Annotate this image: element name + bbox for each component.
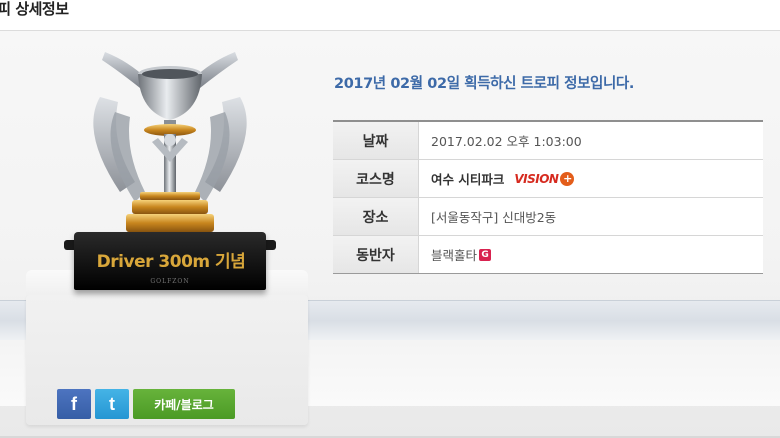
- info-row-date: 날짜 2017.02.02 오후 1:03:00: [333, 122, 763, 160]
- vision-plus-icon: +: [560, 171, 575, 186]
- companion-grade-badge: G: [479, 248, 492, 261]
- info-row-location: 장소 [서울동작구] 신대방2동: [333, 198, 763, 236]
- date-label: 날짜: [333, 122, 419, 159]
- info-row-companion: 동반자 블랙홀타 G: [333, 236, 763, 273]
- date-value: 2017.02.02 오후 1:03:00: [431, 134, 582, 149]
- companion-label: 동반자: [333, 236, 419, 273]
- info-row-course: 코스명 여수 시티파크 VISION +: [333, 160, 763, 198]
- trophy-info-title: 2017년 02월 02일 획득하신 트로피 정보입니다.: [334, 76, 634, 92]
- trophy-image: Driver 300m 기념 GOLFZON: [60, 42, 280, 312]
- facebook-icon: f: [71, 393, 77, 414]
- vision-logo-text: VISION: [514, 171, 559, 186]
- page-title: 로피 상세정보: [0, 0, 69, 18]
- location-value: [서울동작구] 신대방2동: [431, 210, 557, 225]
- companion-value: 블랙홀타 G: [419, 236, 763, 273]
- golfzon-logo: GOLFZON: [150, 278, 190, 285]
- share-buttons: f t 카페/블로그: [57, 389, 235, 419]
- facebook-share-button[interactable]: f: [57, 389, 91, 419]
- course-value: 여수 시티파크 VISION +: [419, 160, 763, 197]
- course-name: 여수 시티파크: [431, 172, 505, 187]
- companion-name[interactable]: 블랙홀타: [431, 245, 477, 264]
- vision-logo: VISION +: [514, 171, 575, 186]
- cafe-blog-share-button[interactable]: 카페/블로그: [133, 389, 235, 419]
- trophy-info-table: 날짜 2017.02.02 오후 1:03:00 코스명 여수 시티파크 VIS…: [333, 120, 763, 274]
- trophy-cup-icon: [93, 52, 247, 232]
- twitter-share-button[interactable]: t: [95, 389, 129, 419]
- page-header: 로피 상세정보: [0, 0, 780, 31]
- trophy-plaque-text: Driver 300m 기념: [96, 252, 246, 272]
- location-label: 장소: [333, 198, 419, 235]
- course-label: 코스명: [333, 160, 419, 197]
- twitter-icon: t: [109, 393, 115, 414]
